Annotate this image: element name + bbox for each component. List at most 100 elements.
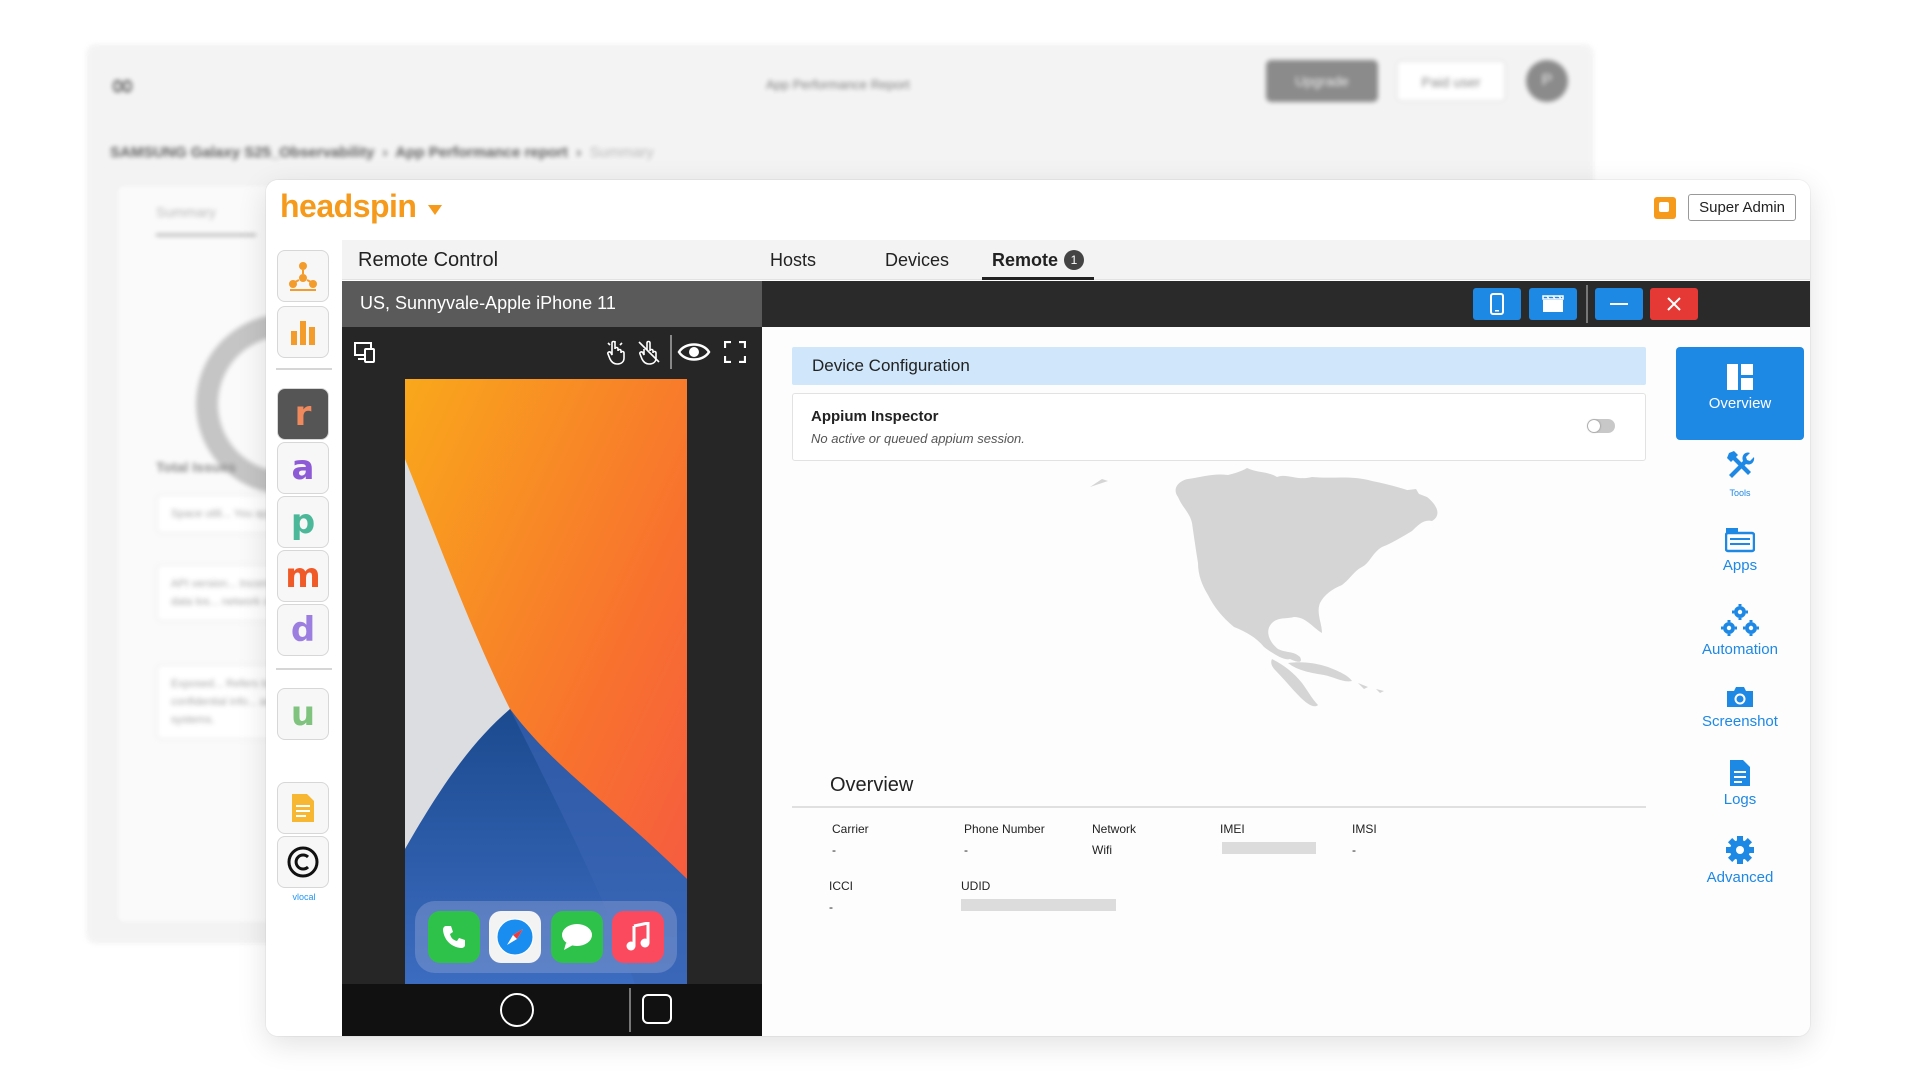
p-app-icon[interactable]: p [277,496,329,548]
details-panel: Device Configuration Appium Inspector No… [762,327,1810,1036]
field-value: Wifi [1092,843,1112,857]
field-imsi: IMSI - [1352,822,1377,857]
network-hub-icon[interactable] [277,250,329,302]
u-app-icon[interactable]: u [277,688,329,740]
field-imei: IMEI [1220,822,1340,854]
appium-toggle[interactable] [1587,419,1615,433]
tab-devices[interactable]: Devices [885,250,949,271]
redacted-value [1222,842,1316,854]
field-network: Network Wifi [1092,822,1136,857]
bg-logo-icon: ∞ [110,68,135,103]
close-icon[interactable] [1650,288,1698,320]
recent-apps-icon[interactable] [642,994,672,1024]
device-title: US, Sunnyvale-Apple iPhone 11 [342,281,762,327]
tab-remote[interactable]: Remote 1 [992,250,1085,271]
apps-icon [1676,527,1804,553]
swipe-gesture-icon[interactable] [634,337,664,367]
tab-hosts[interactable]: Hosts [770,250,816,271]
apps-action-button[interactable]: Apps [1676,527,1804,574]
bg-tab: Summary [156,204,256,236]
bar-chart-icon[interactable] [277,306,329,358]
fullscreen-icon[interactable] [720,337,750,367]
appium-title: Appium Inspector [811,408,939,425]
video-icon[interactable] [1529,288,1577,320]
logs-icon [1676,759,1804,787]
rail-divider [276,668,332,670]
camera-icon [1676,685,1804,709]
bg-user-button: Paid user [1396,60,1506,102]
overview-action-button[interactable]: Overview [1676,347,1804,440]
bg-window-title: App Performance Report [766,77,910,92]
navbar-divider [629,988,631,1032]
home-button-icon[interactable] [500,993,534,1027]
r-app-icon[interactable]: r [277,388,329,440]
tabs-bar: Remote Control Hosts Devices Remote 1 [342,240,1810,280]
phone-app-icon[interactable] [427,911,480,963]
bg-breadcrumb-item: SAMSUNG Galaxy S25_Observability [110,144,375,161]
admin-area: Super Admin [1654,194,1796,221]
phone-navbar [342,984,762,1036]
chevron-down-icon [428,204,443,215]
copyright-icon[interactable] [277,836,329,888]
role-button[interactable]: Super Admin [1688,194,1796,221]
phone-screen[interactable] [405,379,687,984]
active-tab-indicator [982,277,1094,280]
bg-upgrade-button: Upgrade [1266,60,1378,102]
overview-title: Overview [830,774,914,796]
tools-icon [1676,449,1804,479]
tools-action-button[interactable]: Tools [1676,449,1804,500]
device-list-icon[interactable] [350,337,380,367]
phone-panel [342,327,762,1036]
left-rail: r a p m d u vlocal [266,240,342,1036]
device-header: US, Sunnyvale-Apple iPhone 11 [342,281,1810,327]
action-label: Screenshot [1702,713,1778,730]
music-app-icon[interactable] [612,911,665,963]
field-label: Carrier [832,822,869,836]
tab-remote-label: Remote [992,250,1059,270]
page-title: Remote Control [358,249,499,271]
brand-logo: headspin [280,188,417,224]
action-label: Apps [1722,557,1758,574]
field-label: UDID [961,879,991,893]
overview-icon [1676,363,1804,391]
logs-action-button[interactable]: Logs [1676,759,1804,808]
gear-icon [1676,835,1804,865]
action-label: Logs [1723,791,1757,808]
field-label: IMSI [1352,822,1377,836]
phone-icon[interactable] [1473,288,1521,320]
field-label: ICCI [829,879,853,893]
content-area: Remote Control Hosts Devices Remote 1 US,… [342,240,1810,1036]
screenshot-action-button[interactable]: Screenshot [1676,685,1804,730]
document-icon[interactable] [277,782,329,834]
field-value: - [964,843,968,857]
headspin-square-icon[interactable] [1654,196,1677,219]
tools-divider [670,335,672,369]
field-icci: ICCI - [829,879,853,914]
action-label: Advanced [1706,869,1774,886]
m-app-icon[interactable]: m [277,550,329,602]
automation-action-button[interactable]: Automation [1676,603,1804,658]
rail-caption: vlocal [292,892,316,902]
a-app-icon[interactable]: a [277,442,329,494]
eye-icon[interactable] [676,337,712,367]
main-window: headspin Super Admin r a p m d u vlocal … [266,180,1810,1036]
messages-app-icon[interactable] [550,911,603,963]
safari-app-icon[interactable] [489,911,542,963]
bg-breadcrumb: SAMSUNG Galaxy S25_Observability › App P… [110,144,654,161]
field-value: - [832,843,836,857]
top-bar: headspin Super Admin [266,180,1810,240]
brand-menu[interactable]: headspin [280,188,443,225]
appium-status: No active or queued appium session. [811,431,1025,446]
minimize-icon[interactable] [1595,288,1643,320]
device-configuration-header: Device Configuration [792,347,1646,385]
field-label: Phone Number [964,822,1045,836]
field-carrier: Carrier - [832,822,869,857]
action-label: Overview [1708,395,1772,412]
field-label: IMEI [1220,822,1245,836]
tap-gesture-icon[interactable] [602,337,632,367]
field-phone-number: Phone Number - [964,822,1045,857]
action-label: Tools [1729,488,1751,498]
bg-avatar: P [1526,60,1568,102]
d-app-icon[interactable]: d [277,604,329,656]
advanced-action-button[interactable]: Advanced [1676,835,1804,886]
